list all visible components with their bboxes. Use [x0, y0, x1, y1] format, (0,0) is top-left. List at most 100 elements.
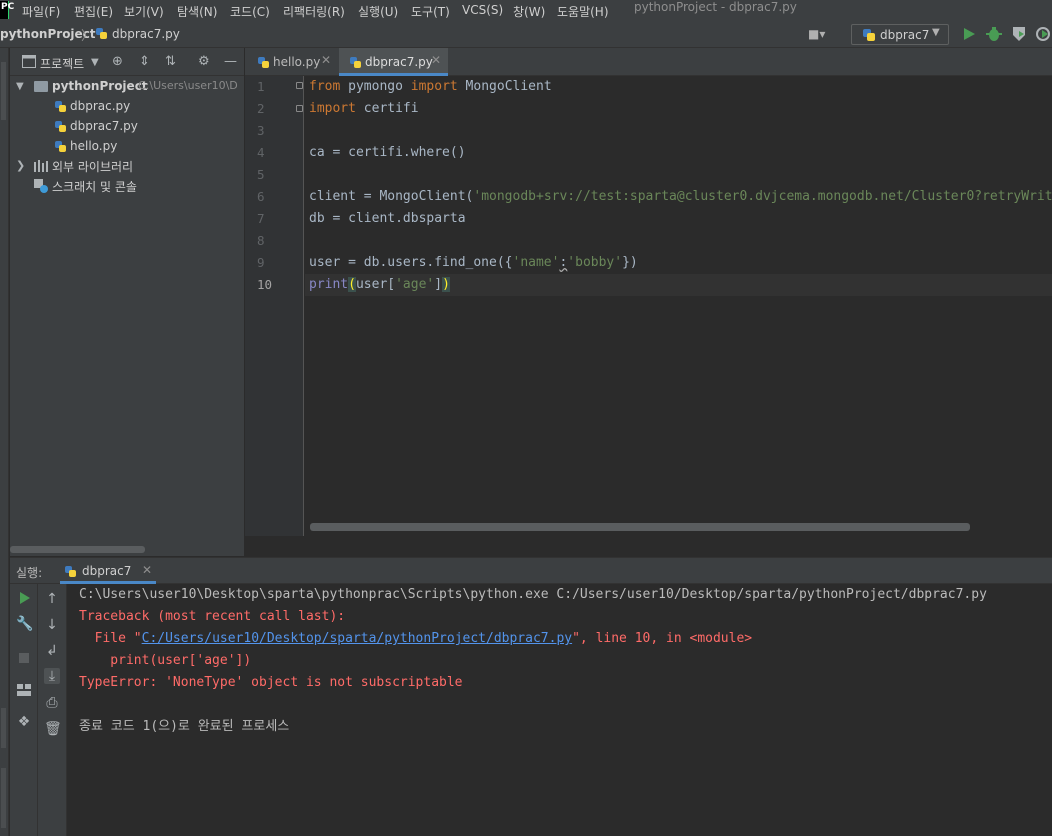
editor-horizontal-scrollbar[interactable] — [310, 523, 970, 531]
line-number: 1 — [257, 79, 265, 94]
close-icon[interactable]: ✕ — [142, 563, 152, 577]
tab-dbprac7-py[interactable]: dbprac7.py ✕ — [339, 48, 448, 76]
line-number: 9 — [257, 255, 265, 270]
close-icon[interactable]: ✕ — [321, 53, 331, 67]
run-toolbar-primary: 🔧 ❖ — [10, 584, 38, 836]
layout-icon[interactable] — [16, 682, 32, 698]
fold-icon[interactable] — [296, 105, 303, 112]
tab-hello-py[interactable]: hello.py ✕ — [245, 48, 337, 76]
tree-item-external-libraries[interactable]: ❯ 외부 라이브러리 — [10, 156, 244, 176]
bookmarks-tool-window-button[interactable] — [1, 768, 6, 828]
code-line: ca = certifi.where() — [309, 145, 466, 160]
line-number-gutter: 1 2 3 4 5 6 7 8 9 10 — [245, 76, 304, 556]
python-file-icon — [55, 121, 66, 132]
project-toolbar: 프로젝트 ▼ ⊕ ⇕ ⇅ ⚙ — — [10, 48, 244, 76]
breadcrumb-file[interactable]: dbprac7.py — [112, 27, 180, 41]
python-file-icon — [55, 141, 66, 152]
chevron-down-icon[interactable]: ▼ — [91, 57, 99, 68]
traceback-file-link[interactable]: C:/Users/user10/Desktop/sparta/pythonPro… — [142, 631, 572, 646]
line-number-current: 10 — [257, 277, 273, 292]
line-number: 4 — [257, 145, 265, 160]
code-line: client = MongoClient('mongodb+srv://test… — [309, 189, 1052, 204]
run-toolbar-secondary: ↑ ↓ ↲ ⤓ ⎙ 🗑 — [38, 584, 67, 836]
menu-navigate[interactable]: 탐색(N) — [177, 3, 217, 20]
console-line-exit: 종료 코드 1(으)로 완료된 프로세스 — [79, 719, 290, 734]
gear-icon[interactable]: ⚙ — [198, 54, 210, 69]
fold-icon[interactable] — [296, 82, 303, 89]
rerun-icon[interactable] — [16, 590, 32, 606]
debug-icon[interactable] — [985, 25, 1003, 43]
structure-tool-window-button[interactable] — [1, 708, 6, 748]
scratches-label: 스크래치 및 콘솔 — [52, 180, 137, 194]
run-configuration-label: dbprac7 — [880, 28, 930, 42]
editor-bottom-area — [245, 536, 1052, 556]
console-line-traceback: Traceback (most recent call last): — [79, 609, 346, 624]
menu-tools[interactable]: 도구(T) — [411, 3, 450, 20]
code-line: db = client.dbsparta — [309, 211, 466, 226]
line-number: 8 — [257, 233, 265, 248]
editor-tab-bar: hello.py ✕ dbprac7.py ✕ — [245, 48, 1052, 76]
run-panel-label: 실행: — [16, 566, 43, 580]
hide-panel-icon[interactable]: — — [224, 54, 237, 69]
menu-refactor[interactable]: 리팩터링(R) — [283, 3, 345, 20]
python-file-icon — [96, 28, 107, 39]
coverage-icon[interactable] — [1010, 25, 1028, 43]
arrow-up-icon[interactable]: ↑ — [44, 591, 60, 607]
project-panel: 프로젝트 ▼ ⊕ ⇕ ⇅ ⚙ — ▼ pythonProject C:\User… — [10, 48, 244, 556]
python-config-icon — [863, 29, 875, 41]
project-tool-window-button[interactable] — [1, 62, 6, 120]
expand-all-icon[interactable]: ⇕ — [139, 54, 150, 69]
breadcrumb-separator: 〉 — [81, 29, 95, 44]
wrench-icon[interactable]: 🔧 — [16, 616, 33, 632]
project-view-title[interactable]: 프로젝트 — [40, 55, 84, 72]
tree-item-scratches[interactable]: 스크래치 및 콘솔 — [10, 176, 244, 196]
pin-icon[interactable]: ❖ — [16, 714, 32, 730]
user-account-icon[interactable]: ■▾ — [808, 27, 825, 41]
file-name: dbprac7.py — [70, 119, 138, 133]
line-number: 7 — [257, 211, 265, 226]
menu-vcs[interactable]: VCS(S) — [462, 3, 503, 17]
locate-file-icon[interactable]: ⊕ — [112, 54, 123, 69]
tree-item-file[interactable]: dbprac.py — [10, 97, 244, 117]
file-name: hello.py — [70, 139, 118, 153]
profile-icon[interactable] — [1034, 25, 1052, 43]
run-configuration-select[interactable]: dbprac7 ▼ — [851, 24, 949, 45]
project-root-name: pythonProject — [52, 79, 148, 93]
console-line-file: File "C:/Users/user10/Desktop/sparta/pyt… — [79, 631, 753, 646]
tree-item-file[interactable]: hello.py — [10, 137, 244, 157]
tree-item-file[interactable]: dbprac7.py — [10, 117, 244, 137]
close-icon[interactable]: ✕ — [431, 53, 441, 67]
console-line-error: TypeError: 'NoneType' object is not subs… — [79, 675, 463, 690]
scratches-icon — [34, 179, 48, 193]
code-editor[interactable]: from pymongo import MongoClient import c… — [305, 76, 1052, 556]
menu-run[interactable]: 실행(U) — [358, 3, 398, 20]
chevron-down-icon: ▼ — [932, 27, 940, 38]
code-line: import certifi — [309, 101, 419, 116]
tree-item-project-root[interactable]: ▼ pythonProject C:\Users\user10\D — [10, 77, 244, 97]
python-file-icon — [55, 101, 66, 112]
project-view-icon — [22, 55, 36, 68]
collapse-all-icon[interactable]: ⇅ — [165, 54, 176, 69]
soft-wrap-icon[interactable]: ↲ — [44, 643, 60, 659]
run-icon[interactable] — [960, 25, 978, 43]
arrow-down-icon[interactable]: ↓ — [44, 617, 60, 633]
print-icon[interactable]: ⎙ — [44, 695, 60, 711]
menu-help[interactable]: 도움말(H) — [557, 3, 609, 20]
library-icon — [34, 160, 48, 172]
line-number: 3 — [257, 123, 265, 138]
scroll-to-end-icon[interactable]: ⤓ — [44, 668, 60, 684]
menu-code[interactable]: 코드(C) — [230, 3, 270, 20]
menu-window[interactable]: 창(W) — [513, 3, 545, 20]
run-panel-header: 실행: dbprac7 ✕ — [10, 557, 1052, 584]
tab-label: dbprac7.py — [365, 55, 433, 69]
menu-edit[interactable]: 편집(E) — [74, 3, 113, 20]
menu-file[interactable]: 파일(F) — [22, 3, 60, 20]
menu-view[interactable]: 보기(V) — [124, 3, 164, 20]
stop-icon[interactable] — [16, 650, 32, 666]
project-horizontal-scrollbar[interactable] — [10, 546, 145, 553]
left-tool-strip — [0, 48, 9, 836]
chevron-right-icon: ❯ — [16, 159, 26, 172]
navigation-bar: pythonProject 〉 dbprac7.py ■▾ dbprac7 ▼ — [0, 21, 1052, 48]
trash-icon[interactable]: 🗑 — [44, 721, 62, 737]
run-console[interactable]: C:\Users\user10\Desktop\sparta\pythonpra… — [67, 584, 1052, 836]
